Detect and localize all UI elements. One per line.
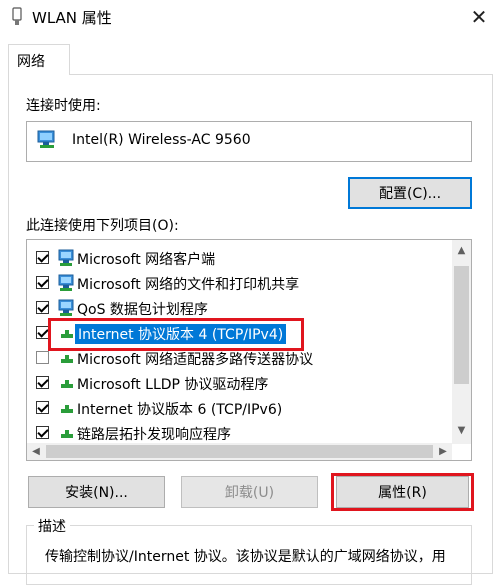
description-text: 传输控制协议/Internet 协议。该协议是默认的广域网络协议，用 — [45, 549, 446, 565]
protocol-icon — [61, 405, 73, 413]
horizontal-scroll-thumb[interactable] — [46, 445, 433, 458]
scroll-up-icon[interactable]: ▲ — [453, 244, 470, 258]
protocol-icon — [61, 430, 73, 438]
checkbox[interactable] — [36, 376, 49, 389]
list-item-label: 链路层拓扑发现响应程序 — [77, 427, 231, 443]
protocol-icon — [61, 380, 73, 388]
list-item-label: Internet 协议版本 6 (TCP/IPv6) — [77, 402, 283, 418]
network-adapter-icon — [37, 130, 55, 148]
list-item[interactable]: QoS 数据包计划程序 — [27, 295, 452, 320]
protocol-icon — [61, 355, 73, 363]
scroll-left-icon[interactable]: ◀ — [29, 445, 43, 459]
list-item[interactable]: Microsoft 网络的文件和打印机共享 — [27, 270, 452, 295]
list-item-label: Microsoft LLDP 协议驱动程序 — [77, 377, 269, 393]
network-client-icon — [58, 249, 74, 266]
adapter-name: Intel(R) Wireless-AC 9560 — [72, 132, 251, 148]
scroll-right-icon[interactable]: ▶ — [436, 445, 450, 459]
items-label: 此连接使用下列项目(O): — [26, 218, 179, 234]
list-item-label: Microsoft 网络的文件和打印机共享 — [77, 277, 300, 293]
highlight-box — [331, 473, 474, 511]
uninstall-button[interactable]: 卸载(U) — [181, 476, 318, 508]
vertical-scroll-thumb[interactable] — [454, 266, 469, 384]
list-item-label: QoS 数据包计划程序 — [77, 302, 208, 318]
checkbox[interactable] — [36, 401, 49, 414]
qos-scheduler-icon — [58, 299, 74, 316]
file-printer-sharing-icon — [58, 274, 74, 291]
checkbox[interactable] — [36, 301, 49, 314]
wifi-adapter-icon — [12, 7, 22, 25]
scroll-down-icon[interactable]: ▼ — [453, 424, 470, 438]
checkbox[interactable] — [36, 276, 49, 289]
list-item[interactable]: Microsoft LLDP 协议驱动程序 — [27, 370, 452, 395]
tab-network-label: 网络 — [17, 54, 45, 70]
checkbox[interactable] — [36, 351, 49, 364]
list-item-label: Microsoft 网络客户端 — [77, 252, 216, 268]
list-item[interactable]: 链路层拓扑发现响应程序 — [27, 420, 452, 445]
list-item[interactable]: Microsoft 网络客户端 — [27, 245, 452, 270]
checkbox[interactable] — [36, 251, 49, 264]
description-title: 描述 — [34, 516, 70, 536]
window-title: WLAN 属性 — [32, 9, 112, 27]
connect-using-label: 连接时使用: — [26, 98, 101, 114]
list-item[interactable]: Internet 协议版本 6 (TCP/IPv6) — [27, 395, 452, 420]
list-item-label: Microsoft 网络适配器多路传送器协议 — [77, 352, 314, 368]
checkbox[interactable] — [36, 426, 49, 439]
install-button[interactable]: 安装(N)... — [28, 476, 165, 508]
highlight-box — [48, 318, 304, 351]
close-button[interactable]: ✕ — [462, 4, 496, 30]
configure-button[interactable]: 配置(C)... — [348, 177, 472, 209]
